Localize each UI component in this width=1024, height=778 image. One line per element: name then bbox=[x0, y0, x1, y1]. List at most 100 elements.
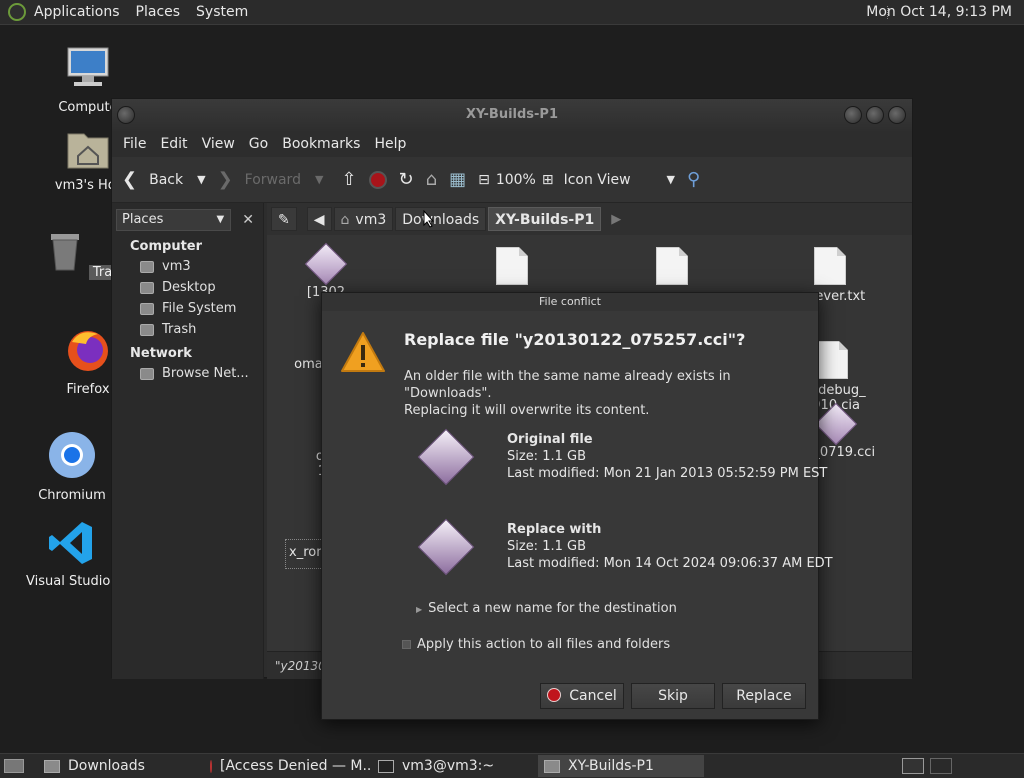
minimize-icon[interactable] bbox=[844, 106, 862, 124]
folder-icon bbox=[140, 281, 154, 294]
sidebar-item-label: vm3 bbox=[162, 259, 191, 274]
close-icon[interactable] bbox=[888, 106, 906, 124]
home-icon: ⌂ bbox=[340, 212, 350, 228]
task-label: XY-Builds-P1 bbox=[568, 758, 654, 774]
task-label: vm3@vm3:~ bbox=[402, 758, 495, 774]
workspace-2-icon[interactable] bbox=[930, 758, 952, 774]
file-conflict-dialog: File conflict Replace file "y20130122_07… bbox=[321, 292, 833, 720]
desktop-icon-vscode[interactable]: Visual Studio Co bbox=[22, 520, 132, 589]
document-icon bbox=[496, 247, 528, 285]
window-menu-icon[interactable] bbox=[117, 106, 135, 124]
sidebar-item-trash[interactable]: Trash bbox=[112, 319, 263, 340]
path-button-vm3[interactable]: ⌂ vm3 bbox=[333, 207, 394, 231]
original-file-modified: Last modified: Mon 21 Jan 2013 05:52:59 … bbox=[507, 466, 828, 481]
sidebar: Places ▼ ✕ Computer vm3 Desktop File Sys… bbox=[112, 203, 264, 679]
view-mode-label: Icon View bbox=[563, 171, 631, 188]
window-titlebar[interactable]: XY-Builds-P1 bbox=[112, 99, 912, 131]
original-file-size: Size: 1.1 GB bbox=[507, 449, 586, 464]
location-toggle-button[interactable]: ✎ bbox=[271, 207, 297, 231]
document-icon bbox=[656, 247, 688, 285]
menu-go[interactable]: Go bbox=[242, 136, 275, 152]
search-icon: ⚲ bbox=[686, 168, 701, 190]
places-menu[interactable]: Places bbox=[128, 0, 189, 25]
desktop-icon-chromium[interactable]: Chromium bbox=[22, 430, 122, 503]
cci-file-icon bbox=[417, 428, 475, 486]
chromium-icon bbox=[49, 432, 95, 478]
clock[interactable]: Mon Oct 14, 9:13 PM bbox=[866, 0, 1012, 25]
stop-button[interactable] bbox=[368, 170, 387, 189]
task-downloads[interactable]: Downloads bbox=[38, 755, 202, 777]
computer-icon bbox=[67, 47, 109, 86]
zoom-out-button[interactable]: ⊟ bbox=[478, 173, 490, 187]
task-label: Downloads bbox=[68, 758, 145, 774]
file-item[interactable] bbox=[617, 247, 727, 289]
apply-all-checkbox[interactable]: Apply this action to all files and folde… bbox=[402, 637, 670, 652]
chevron-down-icon: ▼ bbox=[197, 173, 206, 186]
up-button[interactable]: ⇧ bbox=[341, 168, 357, 190]
computer-button[interactable]: ▦ bbox=[449, 168, 467, 190]
menu-help[interactable]: Help bbox=[367, 136, 413, 152]
home-button[interactable]: ⌂ bbox=[426, 170, 437, 189]
stop-icon bbox=[368, 170, 387, 189]
back-arrow-icon: ❮ bbox=[122, 168, 138, 190]
file-item[interactable] bbox=[457, 247, 567, 289]
sidebar-item-browse-network[interactable]: Browse Net... bbox=[112, 363, 263, 384]
up-arrow-icon: ⇧ bbox=[341, 168, 357, 190]
reload-button[interactable]: ↻ bbox=[399, 170, 414, 189]
show-desktop-icon[interactable] bbox=[4, 759, 24, 773]
task-terminal[interactable]: vm3@vm3:~ bbox=[372, 755, 536, 777]
replacement-file-title: Replace with bbox=[507, 522, 602, 537]
chevron-down-icon: ▼ bbox=[216, 214, 225, 225]
places-select[interactable]: Places ▼ bbox=[116, 209, 232, 231]
sidebar-item-desktop[interactable]: Desktop bbox=[112, 277, 263, 298]
file-item[interactable]: x_ron bbox=[285, 539, 325, 569]
skip-button[interactable]: Skip bbox=[631, 683, 715, 709]
path-right-arrow[interactable]: ▶ bbox=[611, 212, 621, 227]
system-menu[interactable]: System bbox=[188, 0, 256, 25]
back-label: Back bbox=[149, 171, 184, 188]
original-file-title: Original file bbox=[507, 432, 593, 447]
document-icon bbox=[814, 247, 846, 285]
checkbox-icon bbox=[402, 640, 411, 649]
menu-bookmarks[interactable]: Bookmarks bbox=[275, 136, 367, 152]
expander-arrow-icon: ▶ bbox=[416, 605, 423, 614]
path-button-downloads[interactable]: Downloads bbox=[395, 207, 487, 231]
menu-edit[interactable]: Edit bbox=[153, 136, 194, 152]
sidebar-item-vm3[interactable]: vm3 bbox=[112, 256, 263, 277]
top-panel: Applications Places System Mon Oct 14, 9… bbox=[0, 0, 1024, 25]
places-select-label: Places bbox=[122, 212, 164, 227]
applications-menu[interactable]: Applications bbox=[26, 0, 128, 25]
window-title: XY-Builds-P1 bbox=[465, 107, 558, 122]
search-button[interactable]: ⚲ bbox=[686, 168, 701, 190]
menu-view[interactable]: View bbox=[195, 136, 242, 152]
replacement-file-modified: Last modified: Mon 14 Oct 2024 09:06:37 … bbox=[507, 556, 833, 571]
task-xy-builds[interactable]: XY-Builds-P1 bbox=[538, 755, 704, 777]
sidebar-item-file-system[interactable]: File System bbox=[112, 298, 263, 319]
task-label: [Access Denied — M... bbox=[220, 758, 370, 774]
desktop-icon-label: Chromium bbox=[38, 488, 106, 503]
apply-all-label: Apply this action to all files and folde… bbox=[417, 637, 671, 652]
computer-icon: ▦ bbox=[449, 168, 467, 190]
replace-button[interactable]: Replace bbox=[722, 683, 806, 709]
zoom-in-button[interactable]: ⊞ bbox=[542, 173, 554, 187]
view-mode-select[interactable]: Icon View ▼ bbox=[564, 172, 675, 188]
task-firefox[interactable]: [Access Denied — M... bbox=[204, 755, 370, 777]
rename-expander[interactable]: ▶ Select a new name for the destination bbox=[416, 601, 677, 616]
back-button[interactable]: ❮ Back ▼ bbox=[122, 168, 206, 190]
vscode-icon bbox=[49, 522, 92, 564]
path-button-current[interactable]: XY-Builds-P1 bbox=[488, 207, 602, 231]
path-left-arrow[interactable]: ◀ bbox=[306, 207, 332, 231]
workspace-1-icon[interactable] bbox=[902, 758, 924, 774]
menu-file[interactable]: File bbox=[116, 136, 153, 152]
forward-button[interactable]: ❯ Forward ▼ bbox=[218, 170, 324, 189]
network-icon bbox=[140, 367, 154, 380]
cancel-button[interactable]: Cancel bbox=[540, 683, 624, 709]
folder-icon bbox=[544, 759, 560, 773]
file-name: x_ron bbox=[289, 545, 325, 560]
folder-icon bbox=[44, 759, 60, 773]
sidebar-item-label: Browse Net... bbox=[162, 366, 249, 381]
close-icon[interactable]: ✕ bbox=[237, 209, 259, 231]
maximize-icon[interactable] bbox=[866, 106, 884, 124]
dialog-heading: Replace file "y20130122_075257.cci"? bbox=[404, 330, 746, 349]
distro-logo-icon[interactable] bbox=[8, 3, 26, 21]
